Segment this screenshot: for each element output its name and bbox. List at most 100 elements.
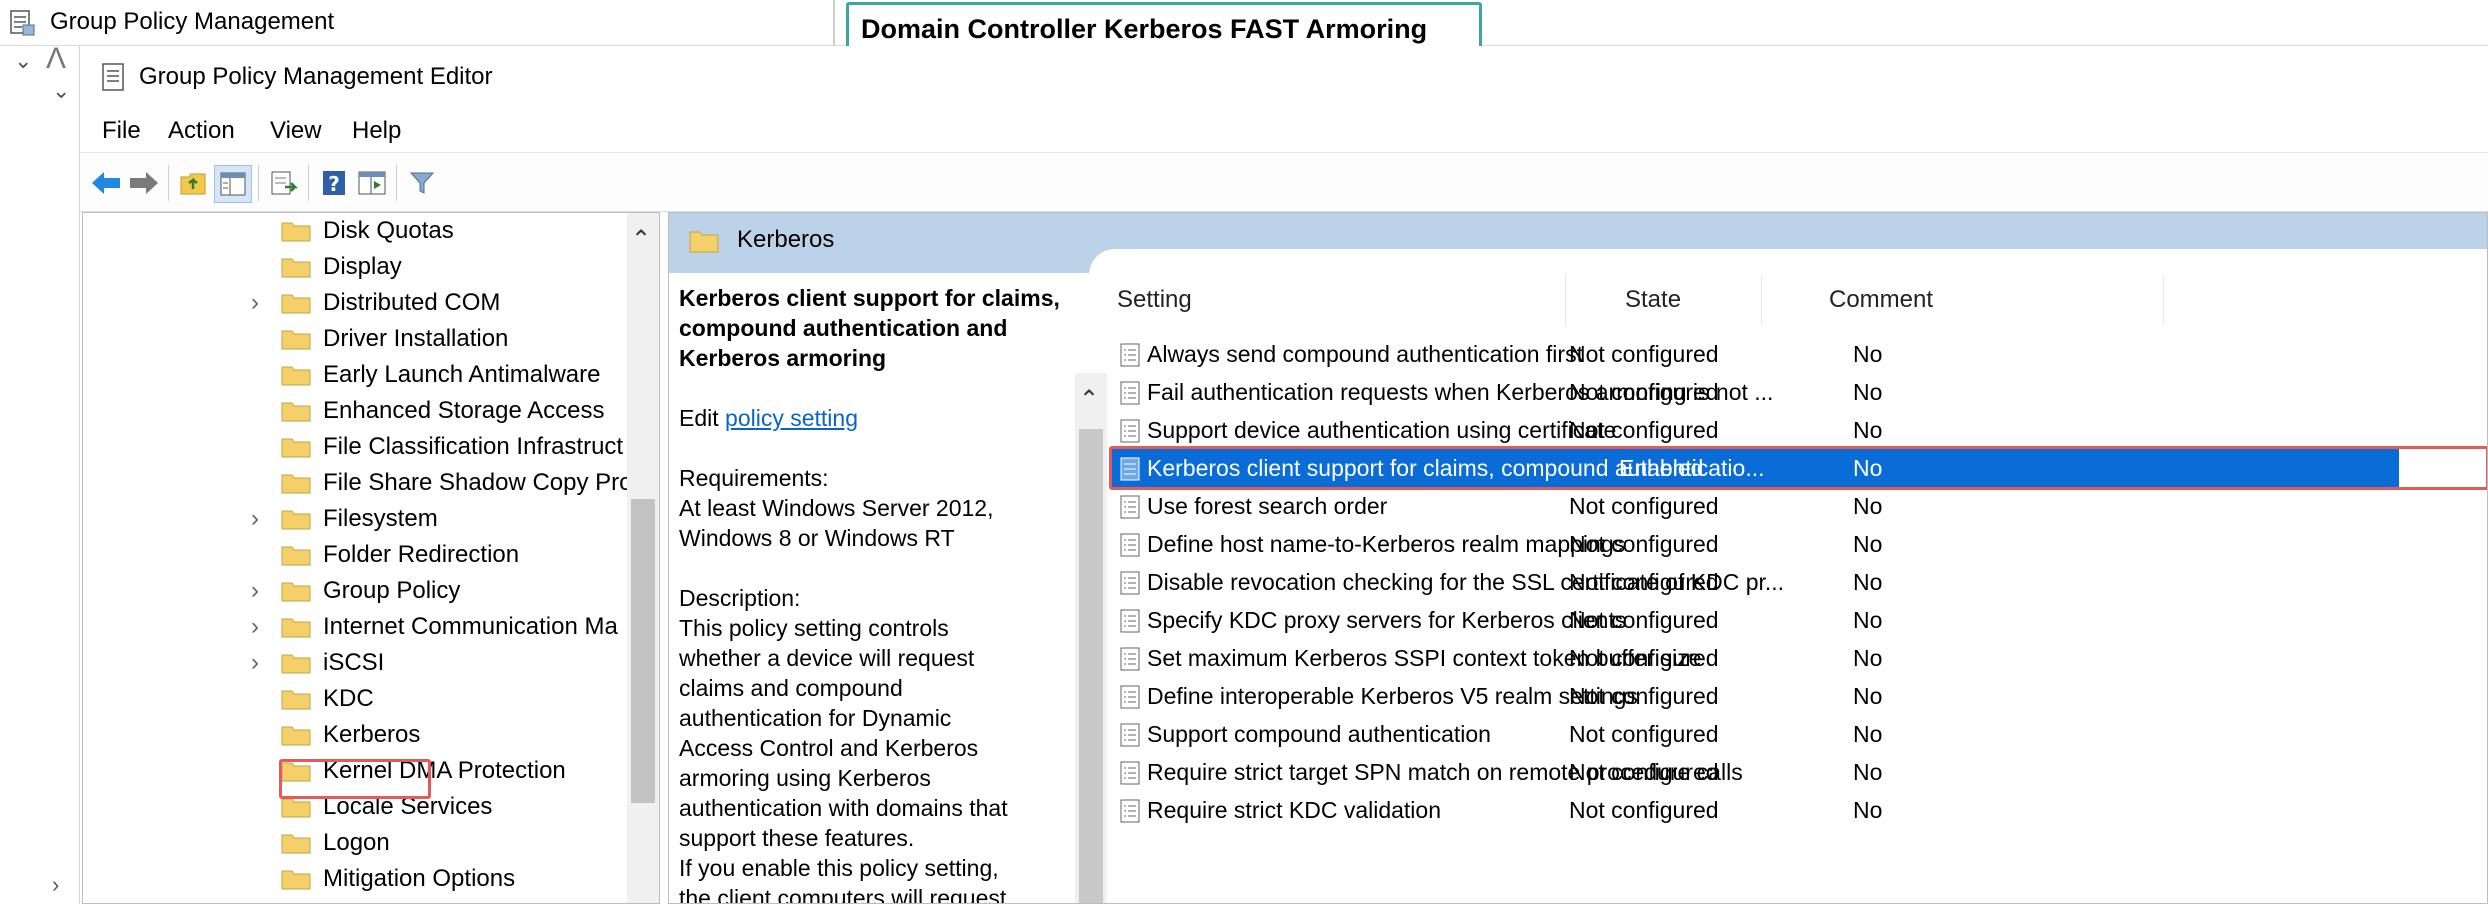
tree-item-filesystem[interactable]: › Filesystem: [83, 501, 623, 537]
export-list-icon[interactable]: [266, 165, 302, 201]
requirements-line: At least Windows Server 2012,: [679, 495, 994, 521]
setting-name: Use forest search order: [1147, 493, 1388, 519]
gpme-window: Group Policy Management Editor File Acti…: [80, 46, 2488, 904]
folder-icon: [281, 726, 311, 746]
tree-item-label: Display: [323, 253, 402, 280]
setting-state: Not configured: [1569, 417, 1719, 443]
up-folder-icon[interactable]: [176, 165, 212, 201]
policy-setting-icon: [1120, 723, 1140, 747]
settings-row[interactable]: Disable revocation checking for the SSL …: [1109, 563, 2487, 601]
tree-item-label: Distributed COM: [323, 289, 501, 316]
setting-name: Require strict KDC validation: [1147, 797, 1442, 823]
setting-name: Support compound authentication: [1147, 721, 1491, 747]
settings-row[interactable]: Define interoperable Kerberos V5 realm s…: [1109, 677, 2487, 715]
column-header-setting[interactable]: Setting: [1117, 285, 1192, 315]
settings-row[interactable]: Support device authentication using cert…: [1109, 411, 2487, 449]
toolbar: ?: [80, 152, 2488, 212]
settings-row[interactable]: Fail authentication requests when Kerber…: [1109, 373, 2487, 411]
scroll-up-icon[interactable]: ⌃: [1079, 385, 1099, 414]
tree-item-kerberos[interactable]: Kerberos: [83, 717, 623, 753]
settings-row[interactable]: Require strict target SPN match on remot…: [1109, 753, 2487, 791]
gpm-window-title: Group Policy Management: [50, 8, 335, 35]
setting-comment: No: [1853, 417, 1883, 443]
setting-state: Not configured: [1569, 721, 1719, 747]
tree-item-label: KDC: [323, 685, 374, 712]
tree-item-disk-quotas[interactable]: Disk Quotas: [83, 213, 623, 249]
expand-chevron-icon[interactable]: ⌄: [14, 48, 32, 74]
setting-comment: No: [1853, 341, 1883, 367]
tree-item-iscsi[interactable]: › iSCSI: [83, 645, 623, 681]
menu-view[interactable]: View: [270, 116, 322, 146]
show-hide-tree-icon[interactable]: [214, 165, 252, 203]
description-line: This policy setting controls: [679, 615, 949, 641]
column-divider[interactable]: [1565, 275, 1566, 325]
setting-comment: No: [1853, 569, 1883, 595]
collapse-chevron-icon[interactable]: ›: [52, 872, 59, 898]
folder-icon: [281, 798, 311, 818]
gpm-title-area: Group Policy Management: [0, 0, 835, 46]
expand-chevron-icon[interactable]: ›: [251, 289, 259, 317]
tree-item-label: Enhanced Storage Access: [323, 397, 605, 424]
tree-item-kdc[interactable]: KDC: [83, 681, 623, 717]
setting-state: Not configured: [1569, 683, 1719, 709]
tree-item-label: Disk Quotas: [323, 217, 454, 244]
expand-chevron-icon[interactable]: ›: [251, 613, 259, 641]
toolbar-separator: [396, 165, 397, 201]
policy-setting-icon: [1120, 381, 1140, 405]
folder-icon: [281, 366, 311, 386]
tree-item-file-classification[interactable]: File Classification Infrastruct: [83, 429, 623, 465]
column-divider[interactable]: [2163, 275, 2164, 325]
properties-icon[interactable]: [354, 165, 390, 201]
tree-item-file-share-shadow-copy[interactable]: File Share Shadow Copy Prov: [83, 465, 645, 501]
column-header-state[interactable]: State: [1625, 285, 1681, 315]
settings-row[interactable]: Define host name-to-Kerberos realm mappi…: [1109, 525, 2487, 563]
tree-item-distributed-com[interactable]: › Distributed COM: [83, 285, 623, 321]
column-header-comment[interactable]: Comment: [1829, 285, 1933, 315]
settings-row[interactable]: Use forest search order Not configured No: [1109, 487, 2487, 525]
expand-chevron-icon[interactable]: ⌄: [52, 78, 70, 104]
folder-icon: [281, 834, 311, 854]
description-scrollbar-thumb[interactable]: [1079, 429, 1103, 903]
tree-item-folder-redirection[interactable]: Folder Redirection: [83, 537, 623, 573]
help-icon[interactable]: ?: [316, 165, 352, 201]
policy-setting-link[interactable]: policy setting: [725, 405, 858, 431]
forward-arrow-icon[interactable]: [126, 165, 162, 201]
tree-item-driver-installation[interactable]: Driver Installation: [83, 321, 623, 357]
setting-state: Not configured: [1569, 493, 1719, 519]
folder-icon: [281, 402, 311, 422]
tree-item-logon[interactable]: Logon: [83, 825, 623, 861]
setting-state: Not configured: [1569, 797, 1719, 823]
callout-text: Domain Controller Kerberos FAST Armoring: [861, 14, 1428, 44]
callout-box: Domain Controller Kerberos FAST Armoring: [846, 2, 1482, 52]
tree-item-enhanced-storage-access[interactable]: Enhanced Storage Access: [83, 393, 623, 429]
toolbar-separator: [168, 165, 169, 201]
back-arrow-icon[interactable]: [88, 165, 124, 201]
expand-chevron-icon[interactable]: ›: [251, 505, 259, 533]
settings-row[interactable]: Support compound authentication Not confi…: [1109, 715, 2487, 753]
menu-action[interactable]: Action: [168, 116, 235, 146]
settings-row[interactable]: Always send compound authentication firs…: [1109, 335, 2487, 373]
tree-item-early-launch-antimalware[interactable]: Early Launch Antimalware: [83, 357, 623, 393]
setting-comment: No: [1853, 531, 1883, 557]
settings-row[interactable]: Require strict KDC validation Not configu…: [1109, 791, 2487, 829]
tree-item-group-policy[interactable]: › Group Policy: [83, 573, 623, 609]
description-line: If you enable this policy setting,: [679, 855, 999, 881]
menu-file[interactable]: File: [102, 116, 141, 146]
column-divider[interactable]: [1761, 275, 1762, 325]
expand-chevron-icon[interactable]: ›: [251, 577, 259, 605]
policy-setting-icon: [1120, 419, 1140, 443]
tree-scrollbar-thumb[interactable]: [631, 499, 655, 803]
settings-row[interactable]: Set maximum Kerberos SSPI context token …: [1109, 639, 2487, 677]
tree-item-internet-communication[interactable]: › Internet Communication Ma: [83, 609, 623, 645]
setting-comment: No: [1853, 645, 1883, 671]
toolbar-separator: [308, 165, 309, 201]
menu-help[interactable]: Help: [352, 116, 401, 146]
expand-chevron-icon[interactable]: ›: [251, 649, 259, 677]
tree-item-mitigation-options[interactable]: Mitigation Options: [83, 861, 623, 897]
selected-row-highlight-box: [1109, 446, 2487, 490]
settings-row[interactable]: Specify KDC proxy servers for Kerberos c…: [1109, 601, 2487, 639]
policy-setting-icon: [1120, 533, 1140, 557]
scroll-up-icon[interactable]: ⌃: [631, 225, 651, 254]
filter-icon[interactable]: [404, 165, 440, 201]
tree-item-display[interactable]: Display: [83, 249, 623, 285]
